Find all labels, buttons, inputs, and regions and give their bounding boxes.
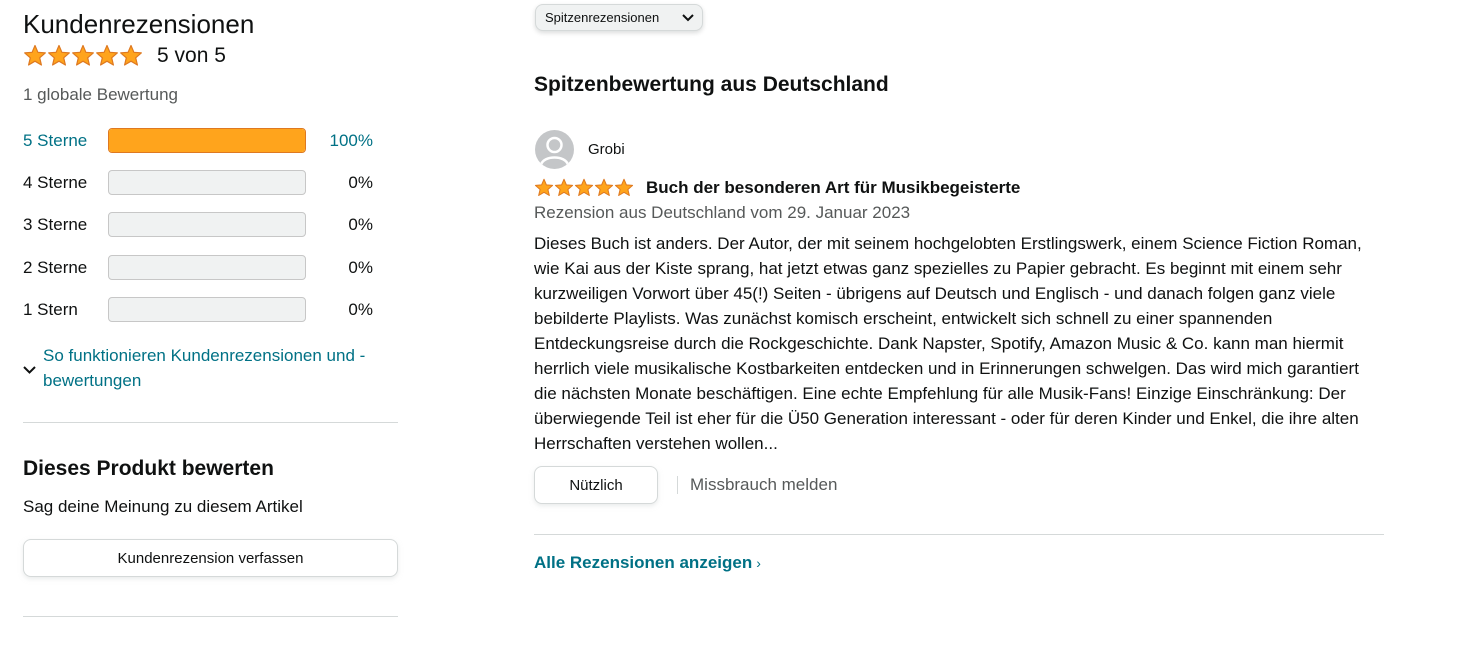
star-icon [574, 178, 594, 198]
overall-rating[interactable]: 5 von 5 [23, 43, 226, 69]
rate-product-subtitle: Sag deine Meinung zu diesem Artikel [23, 497, 303, 516]
histogram-label: 2 Sterne [23, 258, 88, 277]
review-stars[interactable] [534, 178, 634, 198]
histogram-label: 3 Sterne [23, 215, 88, 234]
how-reviews-work-expander[interactable]: So funktionieren Kundenrezensionen und -… [23, 343, 383, 393]
star-icon [47, 44, 71, 68]
histogram-percent: 0% [348, 173, 373, 192]
histogram-bar [108, 255, 306, 280]
how-reviews-work-link[interactable]: So funktionieren Kundenrezensionen und -… [43, 343, 383, 393]
histogram-row-1-star: 1 Stern 0% [23, 297, 383, 323]
rate-product-heading: Dieses Produkt bewerten [23, 457, 274, 480]
divider [534, 534, 1384, 535]
divider [23, 616, 398, 617]
user-icon [539, 136, 570, 166]
review-date: Rezension aus Deutschland vom 29. Januar… [534, 203, 911, 222]
histogram-label[interactable]: 5 Sterne [23, 131, 87, 151]
star-icon [614, 178, 634, 198]
star-icon [594, 178, 614, 198]
histogram-bar [108, 212, 306, 237]
star-icon [23, 44, 47, 68]
histogram-percent: 0% [348, 258, 373, 277]
all-reviews-link[interactable]: Alle Rezensionen anzeigen › [534, 553, 761, 573]
histogram-bar[interactable] [108, 128, 306, 153]
star-icon [71, 44, 95, 68]
chevron-down-icon [682, 10, 694, 25]
avatar [535, 130, 574, 169]
histogram-bar [108, 297, 306, 322]
histogram-percent: 0% [348, 300, 373, 319]
chevron-right-icon: › [756, 555, 761, 571]
separator [677, 476, 678, 494]
histogram-row-2-stars: 2 Sterne 0% [23, 255, 383, 281]
overall-rating-text: 5 von 5 [157, 44, 226, 67]
star-icon [534, 178, 554, 198]
divider [23, 422, 398, 423]
sort-dropdown-value: Spitzenrezensionen [545, 10, 660, 25]
histogram-bar-fill [109, 129, 305, 152]
top-reviews-heading: Spitzenbewertung aus Deutschland [534, 73, 889, 96]
overall-stars [23, 44, 143, 68]
sort-dropdown[interactable]: Spitzenrezensionen [535, 4, 703, 31]
histogram-row-4-stars: 4 Sterne 0% [23, 170, 383, 196]
reviews-heading: Kundenrezensionen [23, 9, 255, 39]
histogram-row-3-stars: 3 Sterne 0% [23, 212, 383, 238]
chevron-down-icon [23, 356, 36, 381]
histogram-percent[interactable]: 100% [330, 131, 373, 151]
histogram-percent: 0% [348, 215, 373, 234]
star-icon [554, 178, 574, 198]
review-title[interactable]: Buch der besonderen Art für Musikbegeist… [646, 178, 1020, 198]
star-icon [119, 44, 143, 68]
histogram-label: 4 Sterne [23, 173, 88, 192]
reviewer-name[interactable]: Grobi [588, 141, 625, 158]
helpful-button[interactable]: Nützlich [534, 466, 658, 504]
review-body: Dieses Buch ist anders. Der Autor, der m… [534, 234, 1362, 453]
write-review-button[interactable]: Kundenrezension verfassen [23, 539, 398, 577]
histogram-bar [108, 170, 306, 195]
star-icon [95, 44, 119, 68]
histogram-label: 1 Stern [23, 300, 78, 319]
all-reviews-label[interactable]: Alle Rezensionen anzeigen [534, 553, 752, 572]
histogram-row-5-stars[interactable]: 5 Sterne 100% [23, 128, 383, 154]
global-rating-count: 1 globale Bewertung [23, 85, 179, 104]
report-abuse-link[interactable]: Missbrauch melden [690, 475, 837, 495]
